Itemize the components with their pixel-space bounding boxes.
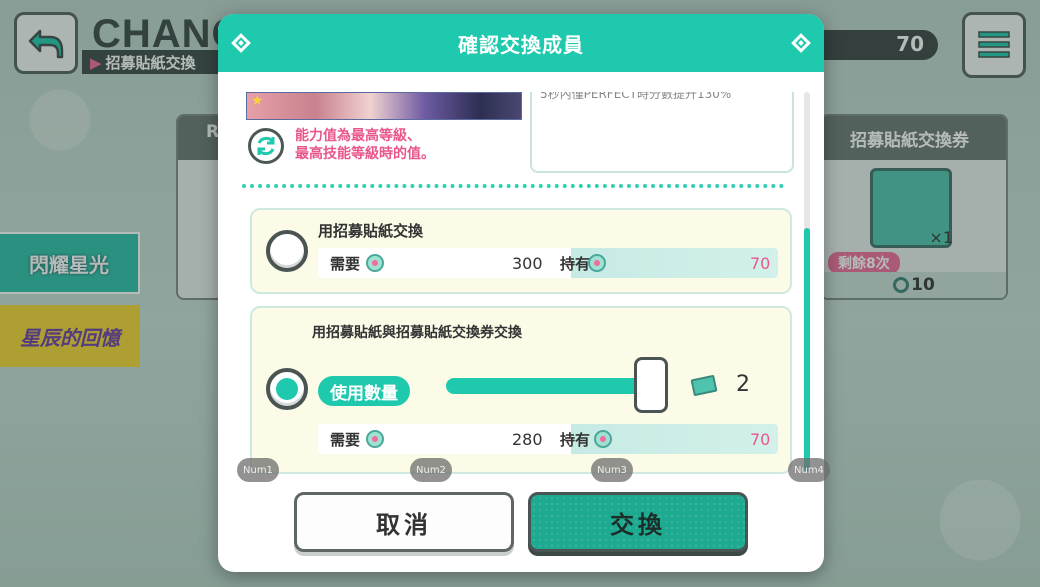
sticker-coin-icon [366, 430, 385, 448]
diamond-icon [791, 33, 811, 53]
option-2-have-value: 70 [750, 429, 771, 449]
skill-description-box: 5秒內僅PERFECT時分數提升130% [530, 92, 794, 173]
quantity-slider-track[interactable] [446, 378, 646, 394]
max-level-note: 能力值為最高等級、 最高技能等級時的值。 [295, 128, 435, 162]
option-2-title: 用招募貼紙與招募貼紙交換券交換 [312, 325, 522, 341]
overlay-badge-2: Num2 [410, 458, 452, 482]
use-quantity-value: 2 [736, 372, 750, 397]
option-1-need-value: 300 [512, 253, 543, 273]
sticker-coin-icon [594, 430, 612, 448]
option-1-cost-row: 需要 300 持有 70 [318, 248, 778, 278]
diamond-icon [231, 33, 251, 53]
option-2-need-value: 280 [512, 429, 543, 449]
option-2-cost-row: 需要 280 持有 70 [318, 424, 778, 454]
star-icon: ★ [251, 93, 264, 109]
radio-option-1[interactable] [266, 230, 308, 272]
scrollbar[interactable] [804, 92, 810, 472]
sticker-coin-icon [588, 254, 606, 272]
modal-header: 確認交換成員 [218, 14, 824, 72]
confirm-exchange-modal: 確認交換成員 ★ 5秒內僅PERFECT時分數提升130% 能力值為最高等級、 … [218, 14, 824, 572]
modal-title: 確認交換成員 [458, 32, 584, 57]
exchange-button[interactable]: 交換 [528, 492, 748, 552]
overlay-badge-1: Num1 [237, 458, 279, 482]
character-card-image: ★ [246, 92, 522, 120]
option-stickers-only[interactable]: 用招募貼紙交換 需要 300 持有 70 [250, 208, 792, 294]
scrollbar-thumb[interactable] [804, 228, 810, 472]
cancel-button[interactable]: 取消 [294, 492, 514, 552]
quantity-slider-handle[interactable] [634, 357, 668, 413]
sync-arrows-icon [257, 136, 275, 156]
option-1-title: 用招募貼紙交換 [318, 222, 424, 240]
overlay-badge-3: Num3 [591, 458, 633, 482]
refresh-icon[interactable] [248, 128, 284, 164]
sticker-coin-icon [366, 254, 385, 272]
dotted-divider [242, 184, 784, 188]
overlay-badge-4: Num4 [788, 458, 830, 482]
option-1-have-value: 70 [750, 253, 771, 273]
radio-option-2[interactable] [266, 368, 308, 410]
use-quantity-label: 使用數量 [318, 376, 410, 406]
